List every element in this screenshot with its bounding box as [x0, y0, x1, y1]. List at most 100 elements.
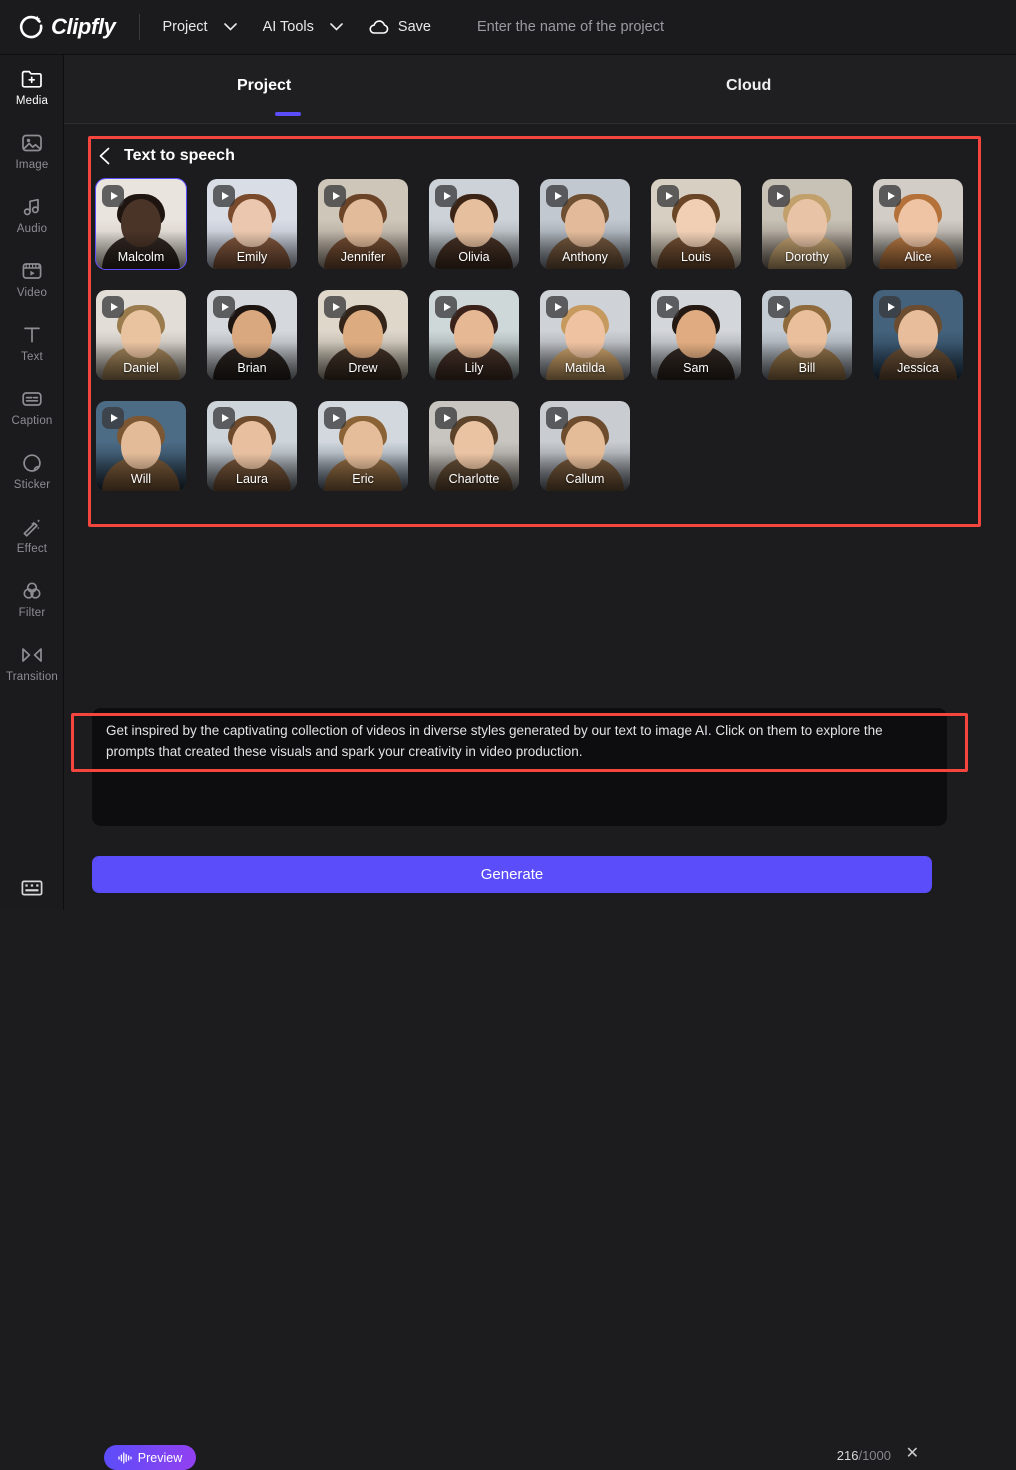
- music-note-icon: [21, 196, 43, 218]
- voice-name: Eric: [352, 472, 374, 486]
- voice-name: Dorothy: [785, 250, 829, 264]
- project-name-input[interactable]: [476, 19, 797, 35]
- sidebar-item-caption[interactable]: Caption: [0, 375, 64, 439]
- voice-card[interactable]: Sam: [651, 290, 741, 380]
- transition-icon: [20, 644, 44, 666]
- sidebar-item-label: Transition: [5, 670, 59, 683]
- sidebar-item-media[interactable]: Media: [0, 55, 64, 119]
- voice-card[interactable]: Callum: [540, 401, 630, 491]
- voice-name: Bill: [798, 361, 816, 375]
- voice-card[interactable]: Laura: [207, 401, 297, 491]
- app-logo[interactable]: Clipfly: [18, 14, 116, 40]
- page-title: Text to speech: [124, 147, 235, 164]
- sidebar-item-text[interactable]: Text: [0, 311, 64, 375]
- voice-card[interactable]: Bill: [762, 290, 852, 380]
- voices-header: Text to speech: [98, 147, 235, 165]
- play-icon[interactable]: [324, 185, 346, 207]
- filter-circles-icon: [21, 580, 43, 602]
- left-sidebar: Media Image Audio Video Text Caption Sti…: [0, 55, 64, 910]
- play-icon[interactable]: [435, 296, 457, 318]
- voice-card[interactable]: Emily: [207, 179, 297, 269]
- voice-card[interactable]: Will: [96, 401, 186, 491]
- voice-card[interactable]: Drew: [318, 290, 408, 380]
- voice-card[interactable]: Matilda: [540, 290, 630, 380]
- voice-card[interactable]: Charlotte: [429, 401, 519, 491]
- voice-card[interactable]: Dorothy: [762, 179, 852, 269]
- play-icon[interactable]: [768, 296, 790, 318]
- voice-name: Sam: [683, 361, 709, 375]
- play-icon[interactable]: [213, 407, 235, 429]
- cloud-icon: [369, 19, 389, 34]
- voice-grid: Malcolm Emily Jennifer Olivia Anthony Louis Do…: [95, 178, 976, 512]
- header-divider: [139, 14, 141, 40]
- play-icon[interactable]: [324, 296, 346, 318]
- video-clip-icon: [21, 260, 43, 282]
- voice-name: Charlotte: [448, 472, 500, 486]
- voice-name: Matilda: [564, 361, 606, 375]
- voice-card[interactable]: Jennifer: [318, 179, 408, 269]
- voice-name: Laura: [236, 472, 268, 486]
- sidebar-item-label: Image: [15, 158, 49, 171]
- voice-card[interactable]: Anthony: [540, 179, 630, 269]
- tab-project[interactable]: Project: [237, 77, 291, 95]
- sidebar-item-label: Sticker: [13, 478, 51, 491]
- play-icon[interactable]: [657, 296, 679, 318]
- play-icon[interactable]: [546, 407, 568, 429]
- keyboard-icon: [21, 879, 43, 902]
- menu-ai-tools[interactable]: AI Tools: [263, 19, 343, 35]
- voice-card[interactable]: Eric: [318, 401, 408, 491]
- play-icon[interactable]: [324, 407, 346, 429]
- voice-name: Alice: [904, 250, 932, 264]
- sidebar-item-filter[interactable]: Filter: [0, 567, 64, 631]
- play-icon[interactable]: [768, 185, 790, 207]
- menu-project-label: Project: [162, 19, 208, 35]
- voice-card[interactable]: Louis: [651, 179, 741, 269]
- tab-cloud[interactable]: Cloud: [726, 77, 771, 95]
- voice-card[interactable]: Jessica: [873, 290, 963, 380]
- menu-ai-tools-label: AI Tools: [262, 19, 314, 35]
- generate-button[interactable]: Generate: [92, 856, 932, 893]
- sidebar-item-image[interactable]: Image: [0, 119, 64, 183]
- play-icon[interactable]: [657, 185, 679, 207]
- voice-card[interactable]: Daniel: [96, 290, 186, 380]
- play-icon[interactable]: [213, 296, 235, 318]
- voice-card[interactable]: Malcolm: [95, 178, 187, 270]
- preview-button[interactable]: Preview: [104, 1445, 196, 1470]
- sidebar-item-sticker[interactable]: Sticker: [0, 439, 64, 503]
- close-icon[interactable]: ✕: [906, 1446, 919, 1462]
- sidebar-item-video[interactable]: Video: [0, 247, 64, 311]
- keyboard-shortcuts-button[interactable]: [0, 879, 64, 902]
- prompt-textarea[interactable]: [106, 720, 926, 768]
- chevron-left-icon[interactable]: [98, 147, 111, 165]
- char-count: 216: [836, 1448, 859, 1463]
- sidebar-item-audio[interactable]: Audio: [0, 183, 64, 247]
- preview-label: Preview: [137, 1450, 183, 1465]
- play-icon[interactable]: [879, 185, 901, 207]
- save-button[interactable]: Save: [369, 19, 431, 35]
- active-tab-indicator: [275, 112, 301, 116]
- prompt-panel: Preview 216/1000 ✕: [92, 708, 947, 1470]
- voice-card[interactable]: Brian: [207, 290, 297, 380]
- voice-name: Lily: [464, 361, 484, 375]
- text-t-icon: [21, 324, 43, 346]
- play-icon[interactable]: [102, 407, 124, 429]
- play-icon[interactable]: [546, 185, 568, 207]
- sidebar-item-effect[interactable]: Effect: [0, 503, 64, 567]
- play-icon[interactable]: [435, 407, 457, 429]
- menu-project[interactable]: Project: [162, 19, 237, 35]
- play-icon[interactable]: [213, 185, 235, 207]
- voice-card[interactable]: Olivia: [429, 179, 519, 269]
- play-icon[interactable]: [102, 296, 124, 318]
- image-icon: [21, 132, 43, 154]
- play-icon[interactable]: [102, 185, 124, 207]
- char-limit: /1000: [858, 1448, 891, 1463]
- voice-name: Olivia: [458, 250, 490, 264]
- sidebar-item-transition[interactable]: Transition: [0, 631, 64, 695]
- play-icon[interactable]: [879, 296, 901, 318]
- voice-card[interactable]: Lily: [429, 290, 519, 380]
- voice-card[interactable]: Alice: [873, 179, 963, 269]
- play-icon[interactable]: [435, 185, 457, 207]
- play-icon[interactable]: [546, 296, 568, 318]
- sparkle-circle-icon: [19, 15, 43, 39]
- voice-name: Brian: [237, 361, 267, 375]
